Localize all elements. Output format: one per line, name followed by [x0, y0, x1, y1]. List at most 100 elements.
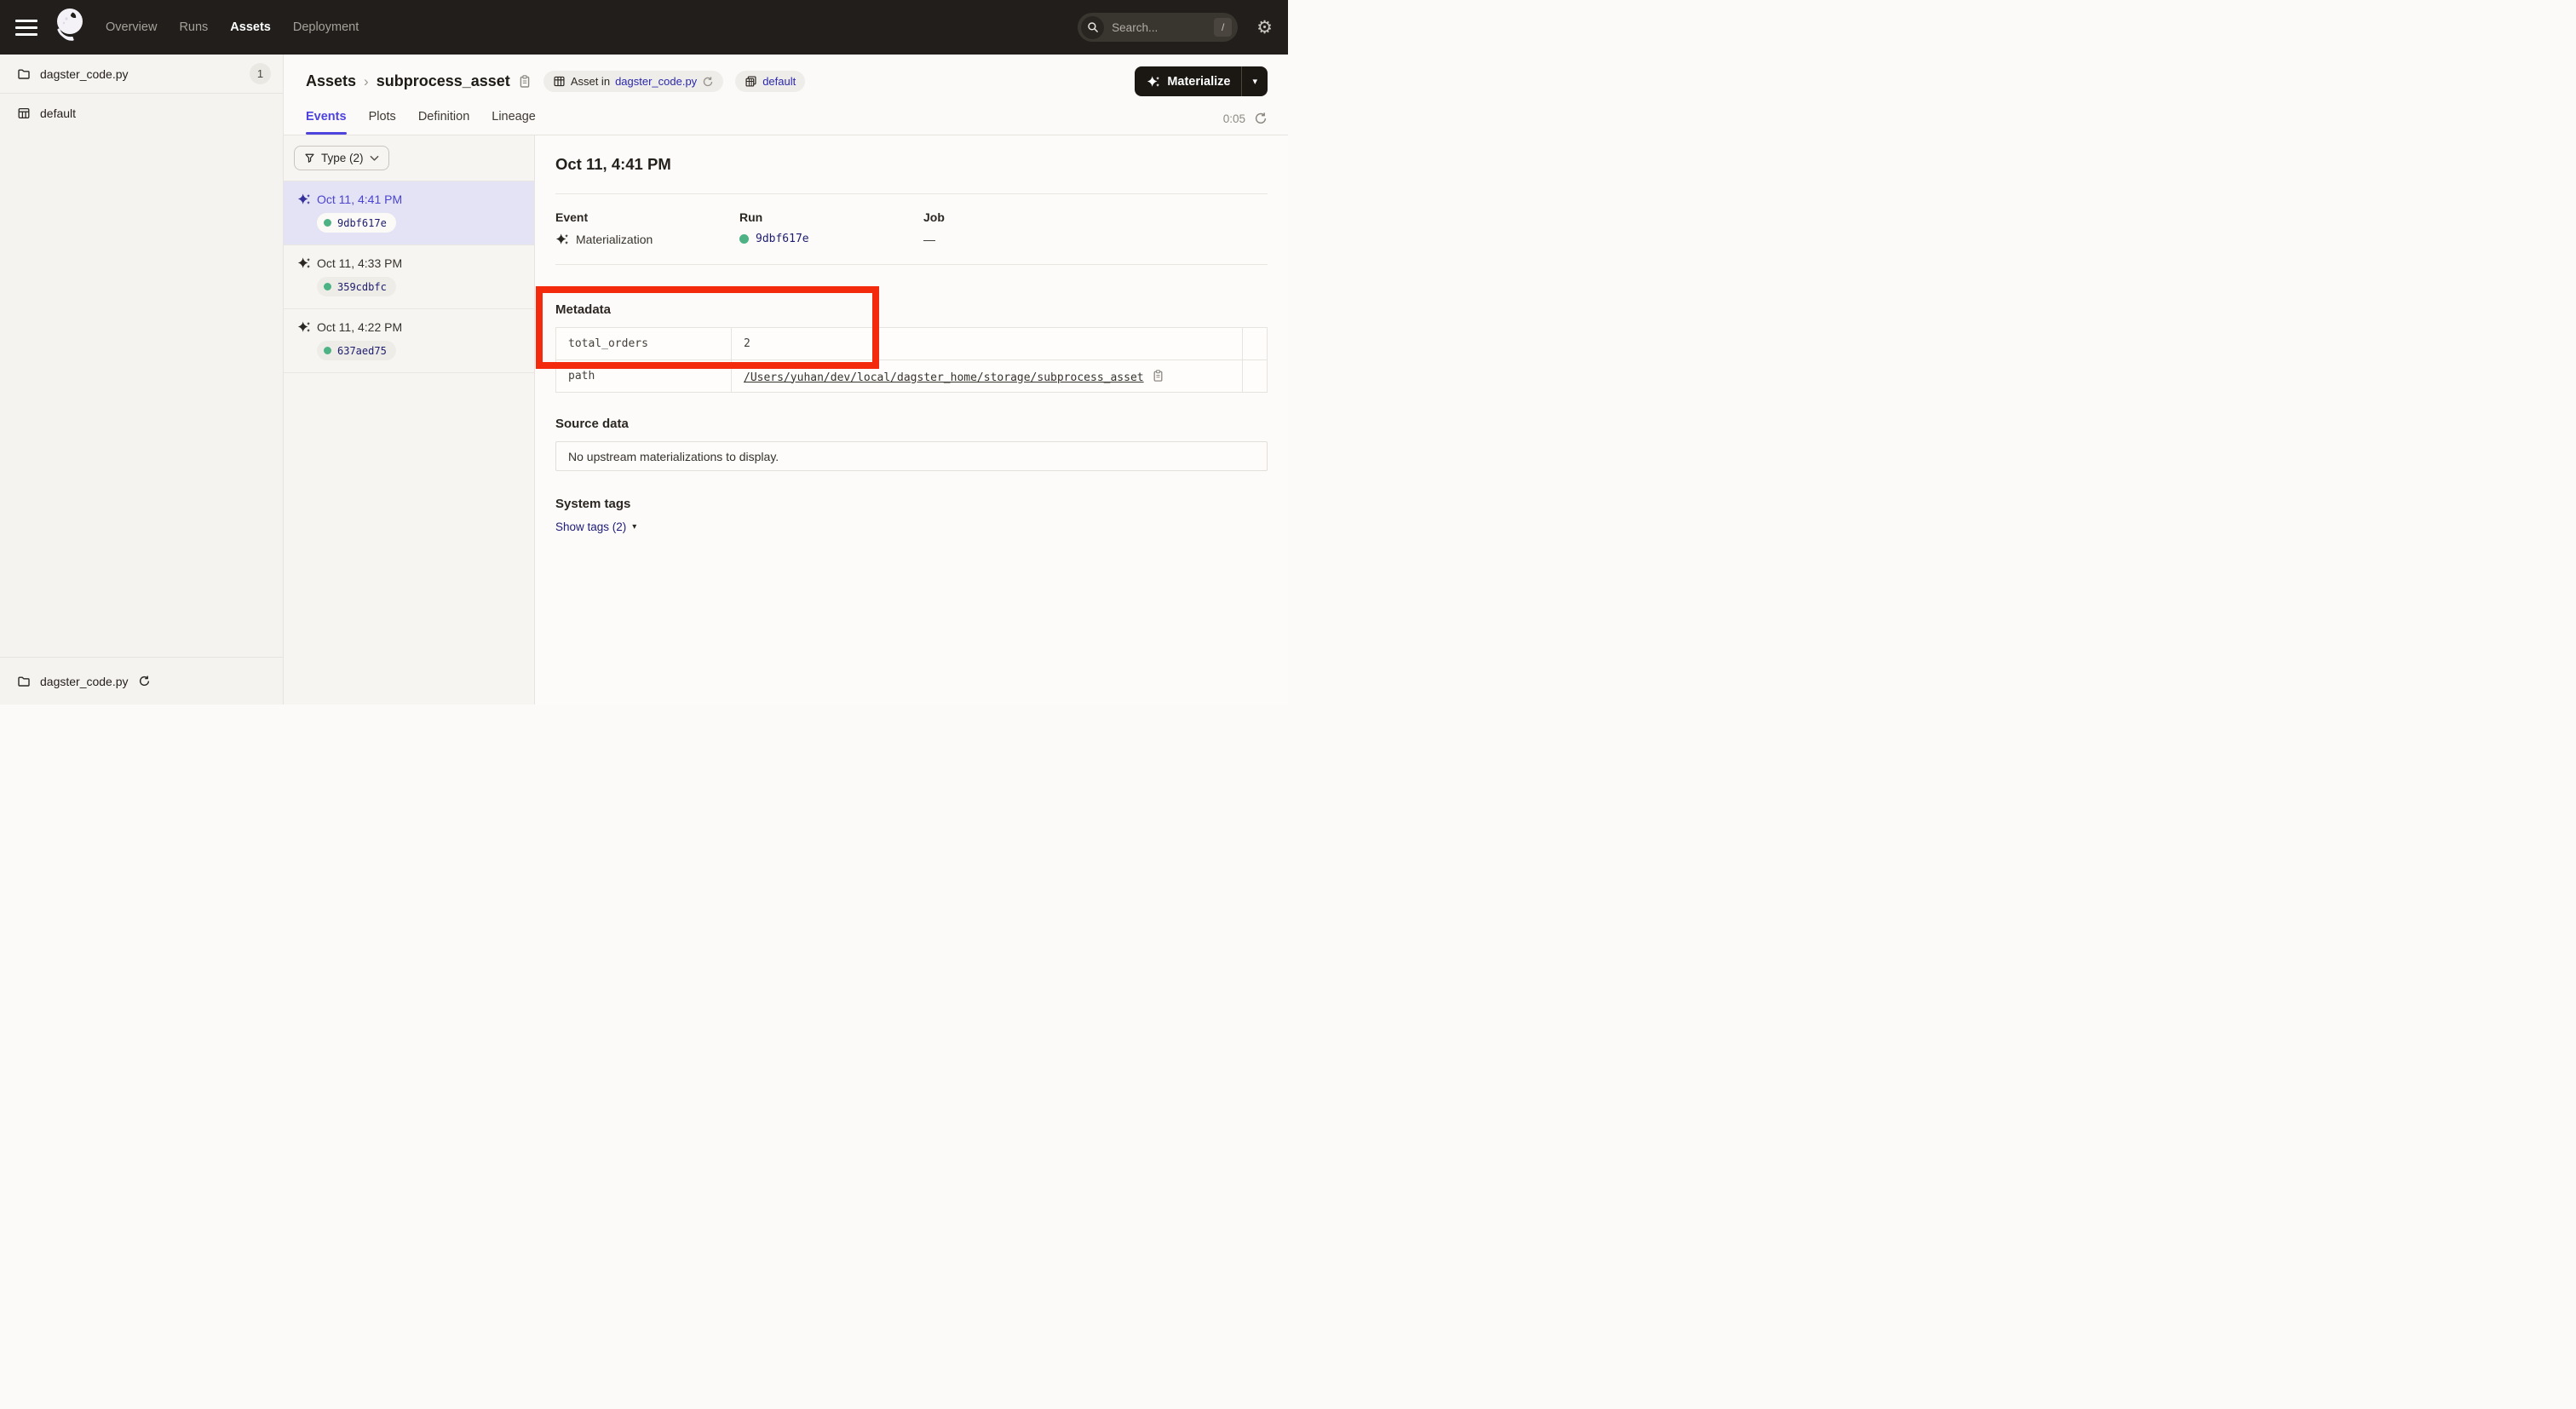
materialize-split-button: Materialize ▾: [1135, 66, 1268, 96]
type-filter-button[interactable]: Type (2): [294, 146, 389, 170]
metadata-value: /Users/yuhan/dev/local/dagster_home/stor…: [732, 360, 1243, 393]
run-id-link[interactable]: 9dbf617e: [337, 217, 387, 229]
reload-icon[interactable]: [138, 675, 151, 687]
job-grid-icon: [553, 75, 566, 88]
metadata-key: path: [556, 360, 732, 393]
menu-icon[interactable]: [15, 20, 37, 36]
metadata-key: total_orders: [556, 328, 732, 360]
tab-definition[interactable]: Definition: [418, 110, 469, 135]
primary-nav: Overview Runs Assets Deployment: [106, 20, 359, 34]
asset-page-header: Assets › subprocess_asset Asset in dagst…: [284, 55, 1288, 96]
run-id-pill[interactable]: 359cdbfc: [317, 277, 396, 296]
path-link[interactable]: /Users/yuhan/dev/local/dagster_home/stor…: [744, 371, 1144, 384]
event-timestamp: Oct 11, 4:33 PM: [317, 256, 402, 270]
metadata-value: 2: [732, 328, 1243, 360]
search-shortcut-key: /: [1214, 18, 1232, 37]
asset-location-badge[interactable]: Asset in dagster_code.py: [543, 71, 723, 92]
event-list-item[interactable]: Oct 11, 4:22 PM 637aed75: [284, 309, 534, 373]
run-id-pill[interactable]: 637aed75: [317, 341, 396, 360]
nav-item-deployment[interactable]: Deployment: [293, 20, 359, 34]
table-row: total_orders 2: [556, 328, 1268, 360]
copy-asset-name-icon[interactable]: [518, 74, 532, 89]
run-id-link[interactable]: 359cdbfc: [337, 281, 387, 293]
code-location-link[interactable]: dagster_code.py: [615, 75, 697, 88]
event-type-value: Materialization: [576, 233, 653, 246]
top-navigation: Overview Runs Assets Deployment Search..…: [0, 0, 1288, 55]
asset-tabs: Events Plots Definition Lineage 0:05: [284, 110, 1288, 135]
asset-group-icon: [17, 106, 31, 120]
type-filter-label: Type (2): [321, 152, 364, 164]
group-default-link[interactable]: default: [762, 75, 796, 88]
tab-lineage[interactable]: Lineage: [492, 110, 536, 135]
group-layers-icon: [745, 75, 757, 88]
materialize-button[interactable]: Materialize: [1135, 75, 1241, 89]
run-column-label: Run: [739, 210, 923, 224]
reload-location-icon[interactable]: [702, 76, 714, 88]
show-tags-toggle[interactable]: Show tags (2) ▾: [555, 520, 636, 533]
materialization-sparkle-icon: [1147, 75, 1160, 89]
event-column-label: Event: [555, 210, 739, 224]
asset-in-label: Asset in: [571, 75, 610, 88]
show-tags-label: Show tags (2): [555, 520, 626, 533]
run-success-dot: [739, 234, 749, 244]
nav-item-overview[interactable]: Overview: [106, 20, 157, 34]
event-timestamp: Oct 11, 4:22 PM: [317, 320, 402, 334]
event-list-panel: Type (2) Oct 11, 4:41 PM: [284, 135, 535, 704]
run-id-link[interactable]: 9dbf617e: [756, 233, 809, 245]
metadata-heading: Metadata: [555, 302, 1268, 317]
materialization-sparkle-icon: [297, 193, 311, 206]
job-empty-value: —: [923, 233, 935, 246]
materialize-label: Materialize: [1167, 75, 1230, 89]
event-list-item[interactable]: Oct 11, 4:33 PM 359cdbfc: [284, 245, 534, 309]
run-success-dot: [324, 283, 331, 290]
job-column-label: Job: [923, 210, 1107, 224]
event-list-item[interactable]: Oct 11, 4:41 PM 9dbf617e: [284, 181, 534, 245]
footer-code-location-label: dagster_code.py: [40, 675, 129, 688]
materialization-sparkle-icon: [297, 256, 311, 270]
source-data-empty-state: No upstream materializations to display.: [555, 441, 1268, 471]
search-placeholder: Search...: [1112, 21, 1214, 34]
nav-item-assets[interactable]: Assets: [230, 20, 271, 34]
search-input[interactable]: Search... /: [1078, 13, 1238, 42]
refresh-icon[interactable]: [1254, 112, 1268, 125]
breadcrumb-assets-link[interactable]: Assets: [306, 72, 356, 90]
asset-catalog-sidebar: dagster_code.py 1 default dagster_code.p…: [0, 55, 284, 704]
copy-path-icon[interactable]: [1152, 369, 1164, 382]
materialization-sparkle-icon: [555, 233, 569, 246]
run-success-dot: [324, 219, 331, 227]
tab-plots[interactable]: Plots: [369, 110, 396, 135]
caret-down-icon: ▾: [632, 522, 636, 532]
run-id-pill[interactable]: 9dbf617e: [317, 213, 396, 233]
system-tags-heading: System tags: [555, 497, 1268, 511]
folder-icon: [17, 67, 31, 81]
source-data-heading: Source data: [555, 417, 1268, 431]
asset-group-badge[interactable]: default: [735, 71, 805, 92]
event-detail-panel: Oct 11, 4:41 PM Event Materialization: [535, 135, 1288, 704]
refresh-countdown: 0:05: [1223, 112, 1245, 125]
sidebar-item-group-default[interactable]: default: [0, 94, 283, 133]
nav-item-runs[interactable]: Runs: [179, 20, 208, 34]
tab-events[interactable]: Events: [306, 110, 347, 135]
metadata-table: total_orders 2 path /Users/yuhan/dev/loc…: [555, 327, 1268, 393]
run-success-dot: [324, 347, 331, 354]
sidebar-item-code-location[interactable]: dagster_code.py 1: [0, 55, 283, 94]
search-icon: [1081, 16, 1104, 39]
breadcrumb: Assets › subprocess_asset: [306, 72, 532, 90]
folder-icon: [17, 675, 31, 688]
sidebar-item-label: dagster_code.py: [40, 67, 129, 81]
settings-gear-icon[interactable]: ⚙: [1256, 19, 1273, 37]
chevron-down-icon: [370, 155, 379, 162]
event-timestamp: Oct 11, 4:41 PM: [317, 193, 402, 206]
run-id-link[interactable]: 637aed75: [337, 345, 387, 357]
materialization-sparkle-icon: [297, 320, 311, 334]
sidebar-item-label: default: [40, 106, 76, 120]
sidebar-code-location-footer[interactable]: dagster_code.py: [0, 657, 283, 704]
breadcrumb-separator: ›: [364, 73, 369, 90]
table-row: path /Users/yuhan/dev/local/dagster_home…: [556, 360, 1268, 393]
asset-count-badge: 1: [250, 63, 271, 84]
filter-funnel-icon: [304, 152, 315, 164]
dagster-logo-icon[interactable]: [49, 4, 89, 50]
event-detail-heading: Oct 11, 4:41 PM: [555, 155, 1268, 174]
materialize-dropdown-caret[interactable]: ▾: [1242, 76, 1268, 87]
page-title: subprocess_asset: [377, 72, 510, 90]
